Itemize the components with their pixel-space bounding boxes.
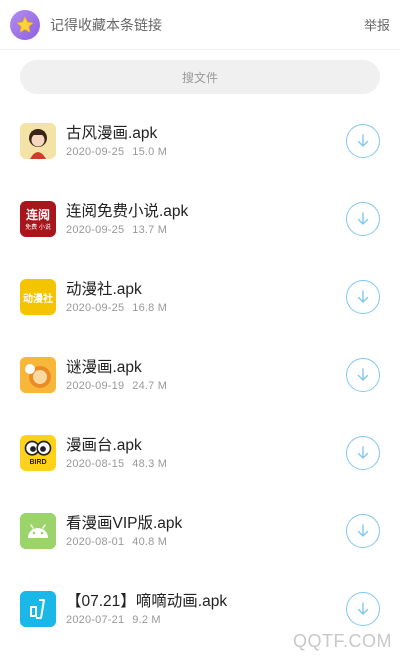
file-meta: 2020-09-25 13.7 M (66, 224, 346, 236)
gufeng-app-icon (20, 123, 56, 159)
file-meta: 2020-07-21 9.2 M (66, 614, 346, 626)
file-name: 【07.21】嘀嘀动画.apk (66, 593, 228, 610)
file-date: 2020-07-21 (66, 614, 125, 626)
watermark: QQTF.COM (293, 631, 392, 651)
file-name: 谜漫画.apk (66, 359, 142, 376)
manhuatai-app-icon: BIRD (20, 435, 56, 471)
lianyue-app-icon: 连阅 免费 小说 (20, 201, 56, 237)
download-button[interactable] (346, 436, 380, 470)
file-name: 漫画台.apk (66, 437, 142, 454)
download-button[interactable] (346, 202, 380, 236)
file-meta: 2020-09-25 15.0 M (66, 146, 346, 158)
lianyue-icon-text: 连阅 (25, 208, 50, 222)
list-item[interactable]: 动漫社 动漫社.apk 2020-09-25 16.8 M (0, 258, 400, 336)
manhuatai-icon-text: BIRD (29, 459, 47, 466)
download-arrow-icon (357, 602, 369, 615)
file-meta: 2020-08-15 48.3 M (66, 458, 346, 470)
file-date: 2020-09-25 (66, 224, 125, 236)
file-date: 2020-09-25 (66, 146, 125, 158)
didi-app-icon (20, 591, 56, 627)
file-name: 动漫社.apk (66, 281, 142, 298)
download-arrow-icon (357, 446, 369, 459)
download-button[interactable] (346, 358, 380, 392)
dongmanshe-icon-text: 动漫社 (23, 293, 53, 305)
file-size: 13.7 M (132, 224, 168, 236)
download-arrow-icon (357, 134, 369, 147)
file-size: 48.3 M (132, 458, 168, 470)
file-date: 2020-08-01 (66, 536, 125, 548)
list-item[interactable]: 连阅 免费 小说 连阅免费小说.apk 2020-09-25 13.7 M (0, 180, 400, 258)
download-arrow-icon (357, 212, 369, 225)
search-area: 搜文件 (0, 50, 400, 94)
list-item[interactable]: BIRD 漫画台.apk 2020-08-15 48.3 M (0, 414, 400, 492)
download-button[interactable] (346, 124, 380, 158)
download-arrow-icon (357, 368, 369, 381)
file-list: 古风漫画.apk 2020-09-25 15.0 M 连阅 免费 小说 连阅免费小… (0, 102, 400, 648)
file-meta: 2020-08-01 40.8 M (66, 536, 346, 548)
list-item[interactable]: 古风漫画.apk 2020-09-25 15.0 M (0, 102, 400, 180)
file-size: 16.8 M (132, 302, 168, 314)
file-name: 连阅免费小说.apk (66, 203, 189, 220)
file-meta: 2020-09-25 16.8 M (66, 302, 346, 314)
file-name: 看漫画VIP版.apk (66, 515, 183, 532)
file-size: 15.0 M (132, 146, 168, 158)
download-arrow-icon (357, 524, 369, 537)
android-app-icon (20, 513, 56, 549)
file-name: 古风漫画.apk (66, 125, 158, 142)
page-title: 记得收藏本条链接 (50, 16, 162, 33)
search-input[interactable]: 搜文件 (20, 60, 380, 94)
list-item[interactable]: 谜漫画.apk 2020-09-19 24.7 M (0, 336, 400, 414)
report-button[interactable]: 举报 (364, 15, 390, 34)
dongmanshe-app-icon: 动漫社 (20, 279, 56, 315)
file-size: 24.7 M (132, 380, 168, 392)
file-date: 2020-09-25 (66, 302, 125, 314)
download-button[interactable] (346, 514, 380, 548)
top-bar: 记得收藏本条链接 举报 (0, 0, 400, 50)
file-date: 2020-09-19 (66, 380, 125, 392)
lianyue-icon-subtext: 免费 小说 (25, 225, 51, 231)
file-size: 40.8 M (132, 536, 168, 548)
download-arrow-icon (357, 290, 369, 303)
download-button[interactable] (346, 592, 380, 626)
star-icon (10, 9, 40, 40)
list-item[interactable]: 看漫画VIP版.apk 2020-08-01 40.8 M (0, 492, 400, 570)
file-meta: 2020-09-19 24.7 M (66, 380, 346, 392)
file-size: 9.2 M (132, 614, 161, 626)
file-date: 2020-08-15 (66, 458, 125, 470)
mimanhua-app-icon (20, 357, 56, 393)
download-button[interactable] (346, 280, 380, 314)
